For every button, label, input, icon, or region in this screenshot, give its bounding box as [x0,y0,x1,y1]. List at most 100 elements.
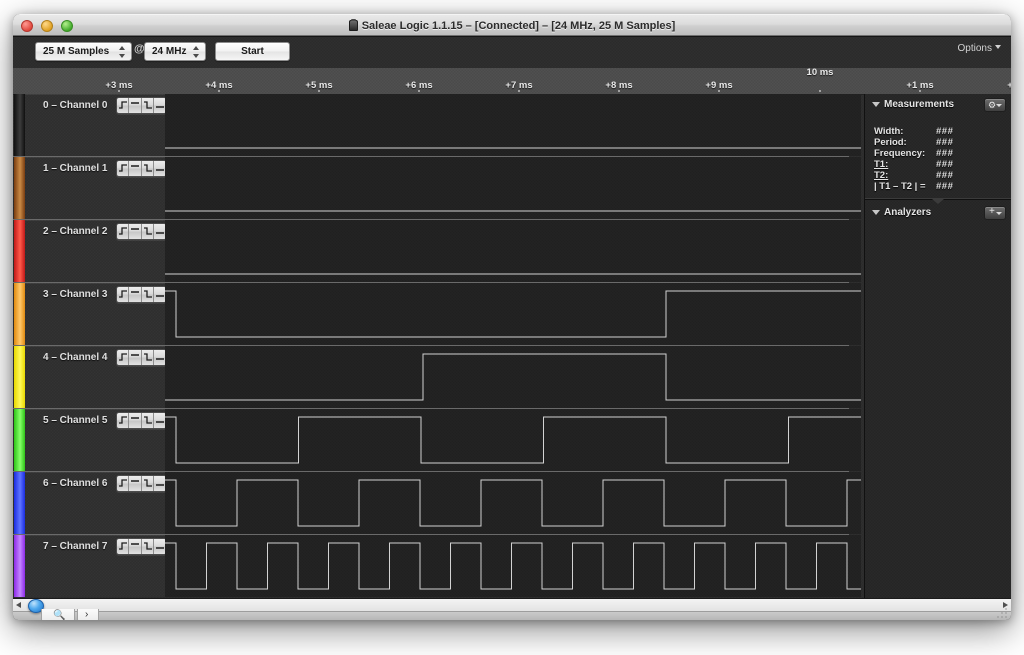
title-bar: Saleae Logic 1.1.15 – [Connected] – [24 … [13,14,1011,36]
measurement-value: ### [936,181,954,192]
trigger-rising-edge-button[interactable] [117,287,130,302]
channel-header[interactable]: 4 – Channel 4 [25,346,167,408]
measurement-label[interactable]: T1: [874,159,888,170]
trigger-falling-edge-button[interactable] [141,476,154,491]
time-ruler[interactable]: +3 ms +4 ms +5 ms +6 ms +7 ms +8 ms +9 ms 10 ms… [13,68,1011,95]
channel-header[interactable]: 0 – Channel 0 [25,94,167,156]
trigger-falling-edge-button[interactable] [141,287,154,302]
window-resize-grip[interactable] [997,608,1009,620]
channel-header[interactable]: 3 – Channel 3 [25,283,167,345]
trigger-falling-edge-button[interactable] [141,539,154,554]
ruler-tick-mark [518,90,520,92]
channel-color-strip [14,346,25,408]
trigger-high-level-button[interactable] [129,350,142,365]
trigger-rising-edge-button[interactable] [117,539,130,554]
channel-header[interactable]: 7 – Channel 7 [25,535,167,597]
trigger-high-level-button[interactable] [129,287,142,302]
ruler-tick-mark [318,90,320,92]
scroll-left-arrow-icon[interactable] [16,602,21,608]
zoom-tab[interactable]: 🔍 [41,609,75,620]
trigger-high-level-button[interactable] [129,413,142,428]
channel-waveform[interactable] [165,220,861,282]
trigger-falling-edge-button[interactable] [141,98,154,113]
channel-row: 3 – Channel 3 [13,283,1011,345]
options-label: Options [957,43,992,54]
sample-rate-value: 24 MHz [152,46,187,57]
trigger-button-group [116,538,167,555]
trigger-rising-edge-button[interactable] [117,476,130,491]
channel-name-label: 7 – Channel 7 [43,541,108,552]
application-window: Saleae Logic 1.1.15 – [Connected] – [24 … [13,14,1011,620]
measurements-list: Width: ### Period: ### Frequency: ### T1: ### T2… [874,126,1004,192]
capture-toolbar: 25 M Samples @ 24 MHz Start Options [13,36,1011,68]
sample-rate-select[interactable]: 24 MHz [144,42,206,61]
measurement-row: Width: ### [874,126,1004,137]
ruler-tick-mark [218,90,220,92]
trigger-rising-edge-button[interactable] [117,161,130,176]
channel-color-strip [14,94,25,156]
desktop-background: Saleae Logic 1.1.15 – [Connected] – [24 … [0,0,1024,655]
trigger-high-level-button[interactable] [129,539,142,554]
trigger-high-level-button[interactable] [129,476,142,491]
channel-color-strip [14,157,25,219]
trigger-rising-edge-button[interactable] [117,350,130,365]
trigger-falling-edge-button[interactable] [141,224,154,239]
channel-waveform[interactable] [165,535,861,597]
ruler-tick-mark [819,90,821,92]
trigger-high-level-button[interactable] [129,224,142,239]
channel-name-label: 5 – Channel 5 [43,415,108,426]
side-panel: Measurements ⚙ Width: ### Period: ### Freque… [864,94,1011,598]
analyzers-header[interactable]: Analyzers + [865,206,1011,222]
channel-waveform[interactable] [165,94,861,156]
stepper-arrows-icon [193,45,200,59]
trigger-falling-edge-button[interactable] [141,413,154,428]
measurement-row: | T1 – T2 | = ### [874,181,1004,192]
measurements-header[interactable]: Measurements ⚙ [865,98,1011,114]
channel-waveform[interactable] [165,409,861,471]
start-capture-button[interactable]: Start [215,42,290,61]
channel-name-label: 0 – Channel 0 [43,100,108,111]
ruler-tick-mark [118,90,120,92]
measurement-row: T2: ### [874,170,1004,181]
trigger-falling-edge-button[interactable] [141,161,154,176]
trigger-rising-edge-button[interactable] [117,98,130,113]
plus-icon: + [989,206,995,217]
channel-header[interactable]: 5 – Channel 5 [25,409,167,471]
trigger-high-level-button[interactable] [129,98,142,113]
channel-name-label: 1 – Channel 1 [43,163,108,174]
logic-device-icon [348,19,358,31]
disclosure-triangle-icon[interactable] [872,102,880,107]
trigger-button-group [116,412,167,429]
add-analyzer-button[interactable]: + [984,206,1006,220]
channel-waveform[interactable] [165,283,861,345]
ruler-tick-label: 10 ms [806,68,834,78]
measurements-settings-button[interactable]: ⚙ [984,98,1006,112]
trigger-high-level-button[interactable] [129,161,142,176]
sample-count-select[interactable]: 25 M Samples [35,42,132,61]
channel-header[interactable]: 6 – Channel 6 [25,472,167,534]
channel-row: 1 – Channel 1 [13,157,1011,219]
channel-row: 2 – Channel 2 [13,220,1011,282]
channel-header[interactable]: 2 – Channel 2 [25,220,167,282]
bottom-tab-strip: 🔍 › [13,609,1011,620]
channel-header[interactable]: 1 – Channel 1 [25,157,167,219]
options-menu-button[interactable]: Options [958,43,1001,54]
panel-resize-notch[interactable] [932,199,944,204]
channel-waveform[interactable] [165,157,861,219]
trigger-falling-edge-button[interactable] [141,350,154,365]
measurement-label: Frequency: [874,148,926,159]
measurement-label[interactable]: T2: [874,170,888,181]
channel-area: 0 – Channel 0 1 – Channel 1 2 – Channel 2 3… [13,94,1011,598]
measurement-label: Period: [874,137,907,148]
trigger-rising-edge-button[interactable] [117,413,130,428]
channel-row: 5 – Channel 5 [13,409,1011,471]
channel-waveform[interactable] [165,346,861,408]
disclosure-triangle-icon[interactable] [872,210,880,215]
trigger-button-group [116,475,167,492]
trigger-button-group [116,160,167,177]
channel-color-strip [14,283,25,345]
trigger-rising-edge-button[interactable] [117,224,130,239]
sample-count-value: 25 M Samples [43,46,110,57]
channel-waveform[interactable] [165,472,861,534]
next-tab[interactable]: › [77,609,99,620]
